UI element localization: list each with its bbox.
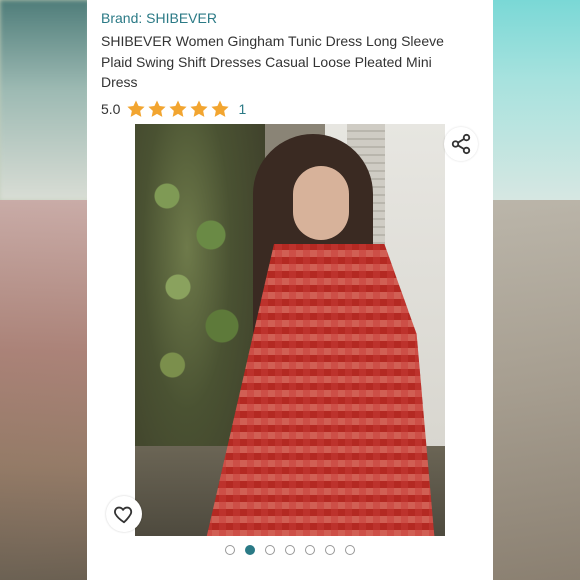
pagination-dot[interactable] [225,545,235,555]
product-card: Brand: SHIBEVER SHIBEVER Women Gingham T… [87,0,493,580]
pagination-dot[interactable] [265,545,275,555]
star-icon [211,100,230,117]
pagination-dot[interactable] [245,545,255,555]
wishlist-button[interactable] [106,496,142,532]
star-icon [190,100,209,117]
rating-count[interactable]: 1 [238,101,246,117]
star-icon [148,100,167,117]
product-image[interactable] [135,124,445,536]
rating-row[interactable]: 5.0 1 [101,98,246,120]
pagination-dot[interactable] [345,545,355,555]
background-left-bottom [0,200,90,580]
share-icon [451,133,471,155]
image-leaves [145,144,255,404]
background-left-top [0,0,90,200]
background-right-top [490,0,580,200]
pagination-dot[interactable] [325,545,335,555]
star-icon [127,100,146,117]
product-title: SHIBEVER Women Gingham Tunic Dress Long … [101,33,444,90]
image-face [293,166,349,240]
heart-icon [114,506,133,524]
brand-link[interactable]: Brand: SHIBEVER [101,10,217,26]
rating-value: 5.0 [101,101,121,117]
pagination-dot[interactable] [305,545,315,555]
background-right-bottom [490,200,580,580]
star-icon [169,100,188,117]
share-button[interactable] [444,127,478,161]
image-pagination [87,543,493,557]
pagination-dot[interactable] [285,545,295,555]
rating-stars [126,99,231,119]
